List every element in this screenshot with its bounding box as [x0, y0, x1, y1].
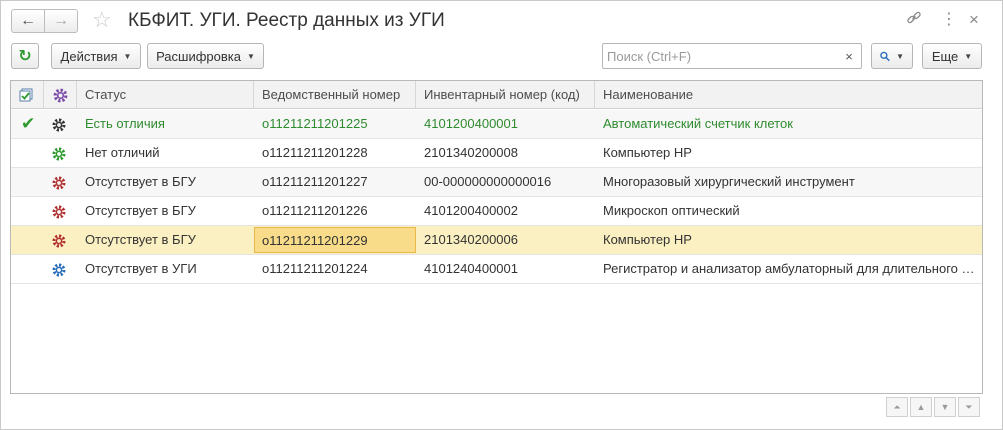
gear-status-icon — [52, 234, 66, 248]
cell-name[interactable]: Компьютер HP — [595, 139, 977, 167]
cell-dept-number[interactable]: о11211211201226 — [254, 197, 416, 225]
header-gear-column[interactable] — [44, 81, 77, 109]
cell-name[interactable]: Регистратор и анализатор амбулаторный дл… — [595, 255, 977, 283]
scroll-last-button[interactable]: ⏷ — [958, 397, 980, 417]
scroll-first-button[interactable]: ⏶ — [886, 397, 908, 417]
cell-dept-number[interactable]: о11211211201228 — [254, 139, 416, 167]
refresh-icon: ↻ — [18, 48, 32, 65]
cell-dept-number[interactable]: о11211211201225 — [254, 110, 416, 138]
table-row[interactable]: Отсутствует в БГУ о11211211201229 21013402… — [11, 226, 982, 255]
table-row[interactable]: Отсутствует в УГИ о11211211201224 41012404… — [11, 255, 982, 284]
toolbar: ↻ Действия ▼ Расшифровка ▼ × ▼ Еще ▼ — [0, 40, 1003, 74]
header-dept-number[interactable]: Ведомственный номер — [254, 81, 416, 109]
header-inventory-number[interactable]: Инвентарный номер (код) — [416, 81, 595, 109]
arrow-up-icon: ▲ — [916, 402, 926, 412]
menu-icon[interactable]: ⋮ — [941, 10, 957, 30]
cell-inventory-number[interactable]: 4101200400001 — [416, 110, 595, 138]
arrow-down-icon: ▼ — [940, 402, 950, 412]
actions-label: Действия — [60, 48, 118, 64]
scroll-up-button[interactable]: ▲ — [910, 397, 932, 417]
clear-search-icon[interactable]: × — [837, 44, 861, 68]
search-icon — [880, 51, 890, 61]
table-row[interactable]: Отсутствует в БГУ о11211211201226 41012004… — [11, 197, 982, 226]
scroll-down-button[interactable]: ▼ — [934, 397, 956, 417]
check-icon: ✔ — [21, 114, 36, 133]
chevron-down-icon: ▼ — [123, 51, 132, 61]
gear-status-icon — [52, 263, 66, 277]
decode-label: Расшифровка — [156, 48, 241, 64]
checklist-icon — [19, 88, 33, 102]
table-row[interactable]: ✔ Есть отличия о11211211201225 410120040000… — [11, 110, 982, 139]
page-title: КБФИТ. УГИ. Реестр данных из УГИ — [128, 10, 445, 31]
cell-status[interactable]: Есть отличия — [77, 110, 254, 138]
gear-status-icon — [52, 118, 66, 132]
cell-dept-number[interactable]: о11211211201229 — [254, 227, 416, 253]
gear-status-icon — [52, 205, 66, 219]
cell-name[interactable]: Многоразовый хирургический инструмент — [595, 168, 977, 196]
cell-inventory-number[interactable]: 2101340200006 — [416, 226, 595, 254]
arrow-right-icon: → — [53, 12, 69, 29]
cell-dept-number[interactable]: о11211211201227 — [254, 168, 416, 196]
cell-name[interactable]: Микроскоп оптический — [595, 197, 977, 225]
link-icon[interactable] — [906, 10, 922, 32]
chevron-down-icon: ▼ — [247, 51, 255, 61]
header-name[interactable]: Наименование — [595, 81, 982, 109]
refresh-button[interactable]: ↻ — [11, 43, 39, 69]
search-button[interactable]: ▼ — [871, 43, 913, 69]
cell-status[interactable]: Нет отличий — [77, 139, 254, 167]
cell-name[interactable]: Автоматический счетчик клеток — [595, 110, 977, 138]
arrow-left-icon: ← — [20, 12, 36, 29]
cell-name[interactable]: Компьютер HP — [595, 226, 977, 254]
back-button[interactable]: ← — [11, 9, 45, 33]
more-label: Еще — [931, 48, 959, 64]
cell-dept-number[interactable]: о11211211201224 — [254, 255, 416, 283]
cell-inventory-number[interactable]: 4101240400001 — [416, 255, 595, 283]
actions-button[interactable]: Действия ▼ — [51, 43, 141, 69]
gear-status-icon — [52, 176, 66, 190]
search-input[interactable] — [603, 44, 835, 68]
cell-status[interactable]: Отсутствует в БГУ — [77, 197, 254, 225]
search-box: × — [602, 43, 862, 69]
scroll-to-top-icon: ⏶ — [893, 401, 901, 412]
cell-status[interactable]: Отсутствует в БГУ — [77, 226, 254, 254]
header-check-column[interactable] — [11, 81, 44, 109]
decode-button[interactable]: Расшифровка ▼ — [147, 43, 264, 69]
registry-table[interactable]: Статус Ведомственный номер Инвентарный н… — [10, 80, 983, 394]
table-header: Статус Ведомственный номер Инвентарный н… — [11, 81, 982, 109]
table-row[interactable]: Отсутствует в БГУ о11211211201227 00-00000… — [11, 168, 982, 197]
chevron-down-icon: ▼ — [964, 51, 973, 61]
cell-inventory-number[interactable]: 4101200400002 — [416, 197, 595, 225]
cell-status[interactable]: Отсутствует в БГУ — [77, 168, 254, 196]
more-button[interactable]: Еще ▼ — [922, 43, 982, 69]
table-row[interactable]: Нет отличий о11211211201228 2101340200008 К… — [11, 139, 982, 168]
forward-button[interactable]: → — [44, 9, 78, 33]
cell-inventory-number[interactable]: 2101340200008 — [416, 139, 595, 167]
gear-status-icon — [52, 147, 66, 161]
gear-icon — [53, 88, 68, 103]
title-bar: ← → ☆ КБФИТ. УГИ. Реестр данных из УГИ ⋮… — [0, 0, 1003, 40]
star-icon[interactable]: ☆ — [92, 8, 112, 32]
close-icon[interactable]: × — [969, 10, 979, 30]
scroll-to-bottom-icon: ⏷ — [965, 401, 973, 412]
chevron-down-icon: ▼ — [896, 51, 904, 61]
cell-inventory-number[interactable]: 00-000000000000016 — [416, 168, 595, 196]
header-status[interactable]: Статус — [77, 81, 254, 109]
link-icon-svg — [907, 11, 921, 24]
cell-status[interactable]: Отсутствует в УГИ — [77, 255, 254, 283]
